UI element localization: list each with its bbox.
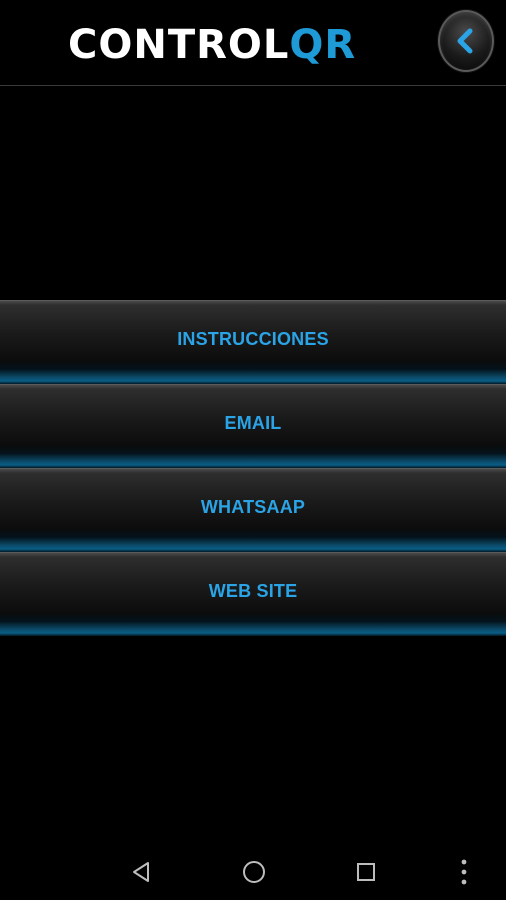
instrucciones-button[interactable]: INSTRUCCIONES (0, 300, 506, 384)
logo-text-qr: QR (289, 22, 357, 68)
home-circle-icon[interactable] (240, 858, 268, 886)
app-logo: CONTROL QR (68, 20, 356, 70)
header-divider (0, 85, 506, 86)
back-triangle-icon[interactable] (127, 858, 155, 886)
instrucciones-label: INSTRUCCIONES (177, 329, 329, 349)
back-button[interactable] (438, 10, 494, 72)
chevron-left-icon (457, 28, 473, 54)
whatsaap-button[interactable]: WHATSAAP (0, 468, 506, 552)
web-site-label: WEB SITE (208, 581, 298, 601)
app-header: CONTROL QR (0, 0, 506, 86)
whatsaap-label: WHATSAAP (200, 497, 306, 517)
recents-square-icon[interactable] (352, 858, 380, 886)
web-site-button[interactable]: WEB SITE (0, 552, 506, 636)
email-label: EMAIL (224, 413, 282, 433)
more-vert-icon[interactable] (450, 858, 478, 886)
menu-list: INSTRUCCIONES EMAIL WHATSAAP WEB SITE (0, 300, 506, 636)
logo-text-control: CONTROL (68, 22, 290, 68)
email-button[interactable]: EMAIL (0, 384, 506, 468)
system-nav-bar (0, 840, 506, 900)
